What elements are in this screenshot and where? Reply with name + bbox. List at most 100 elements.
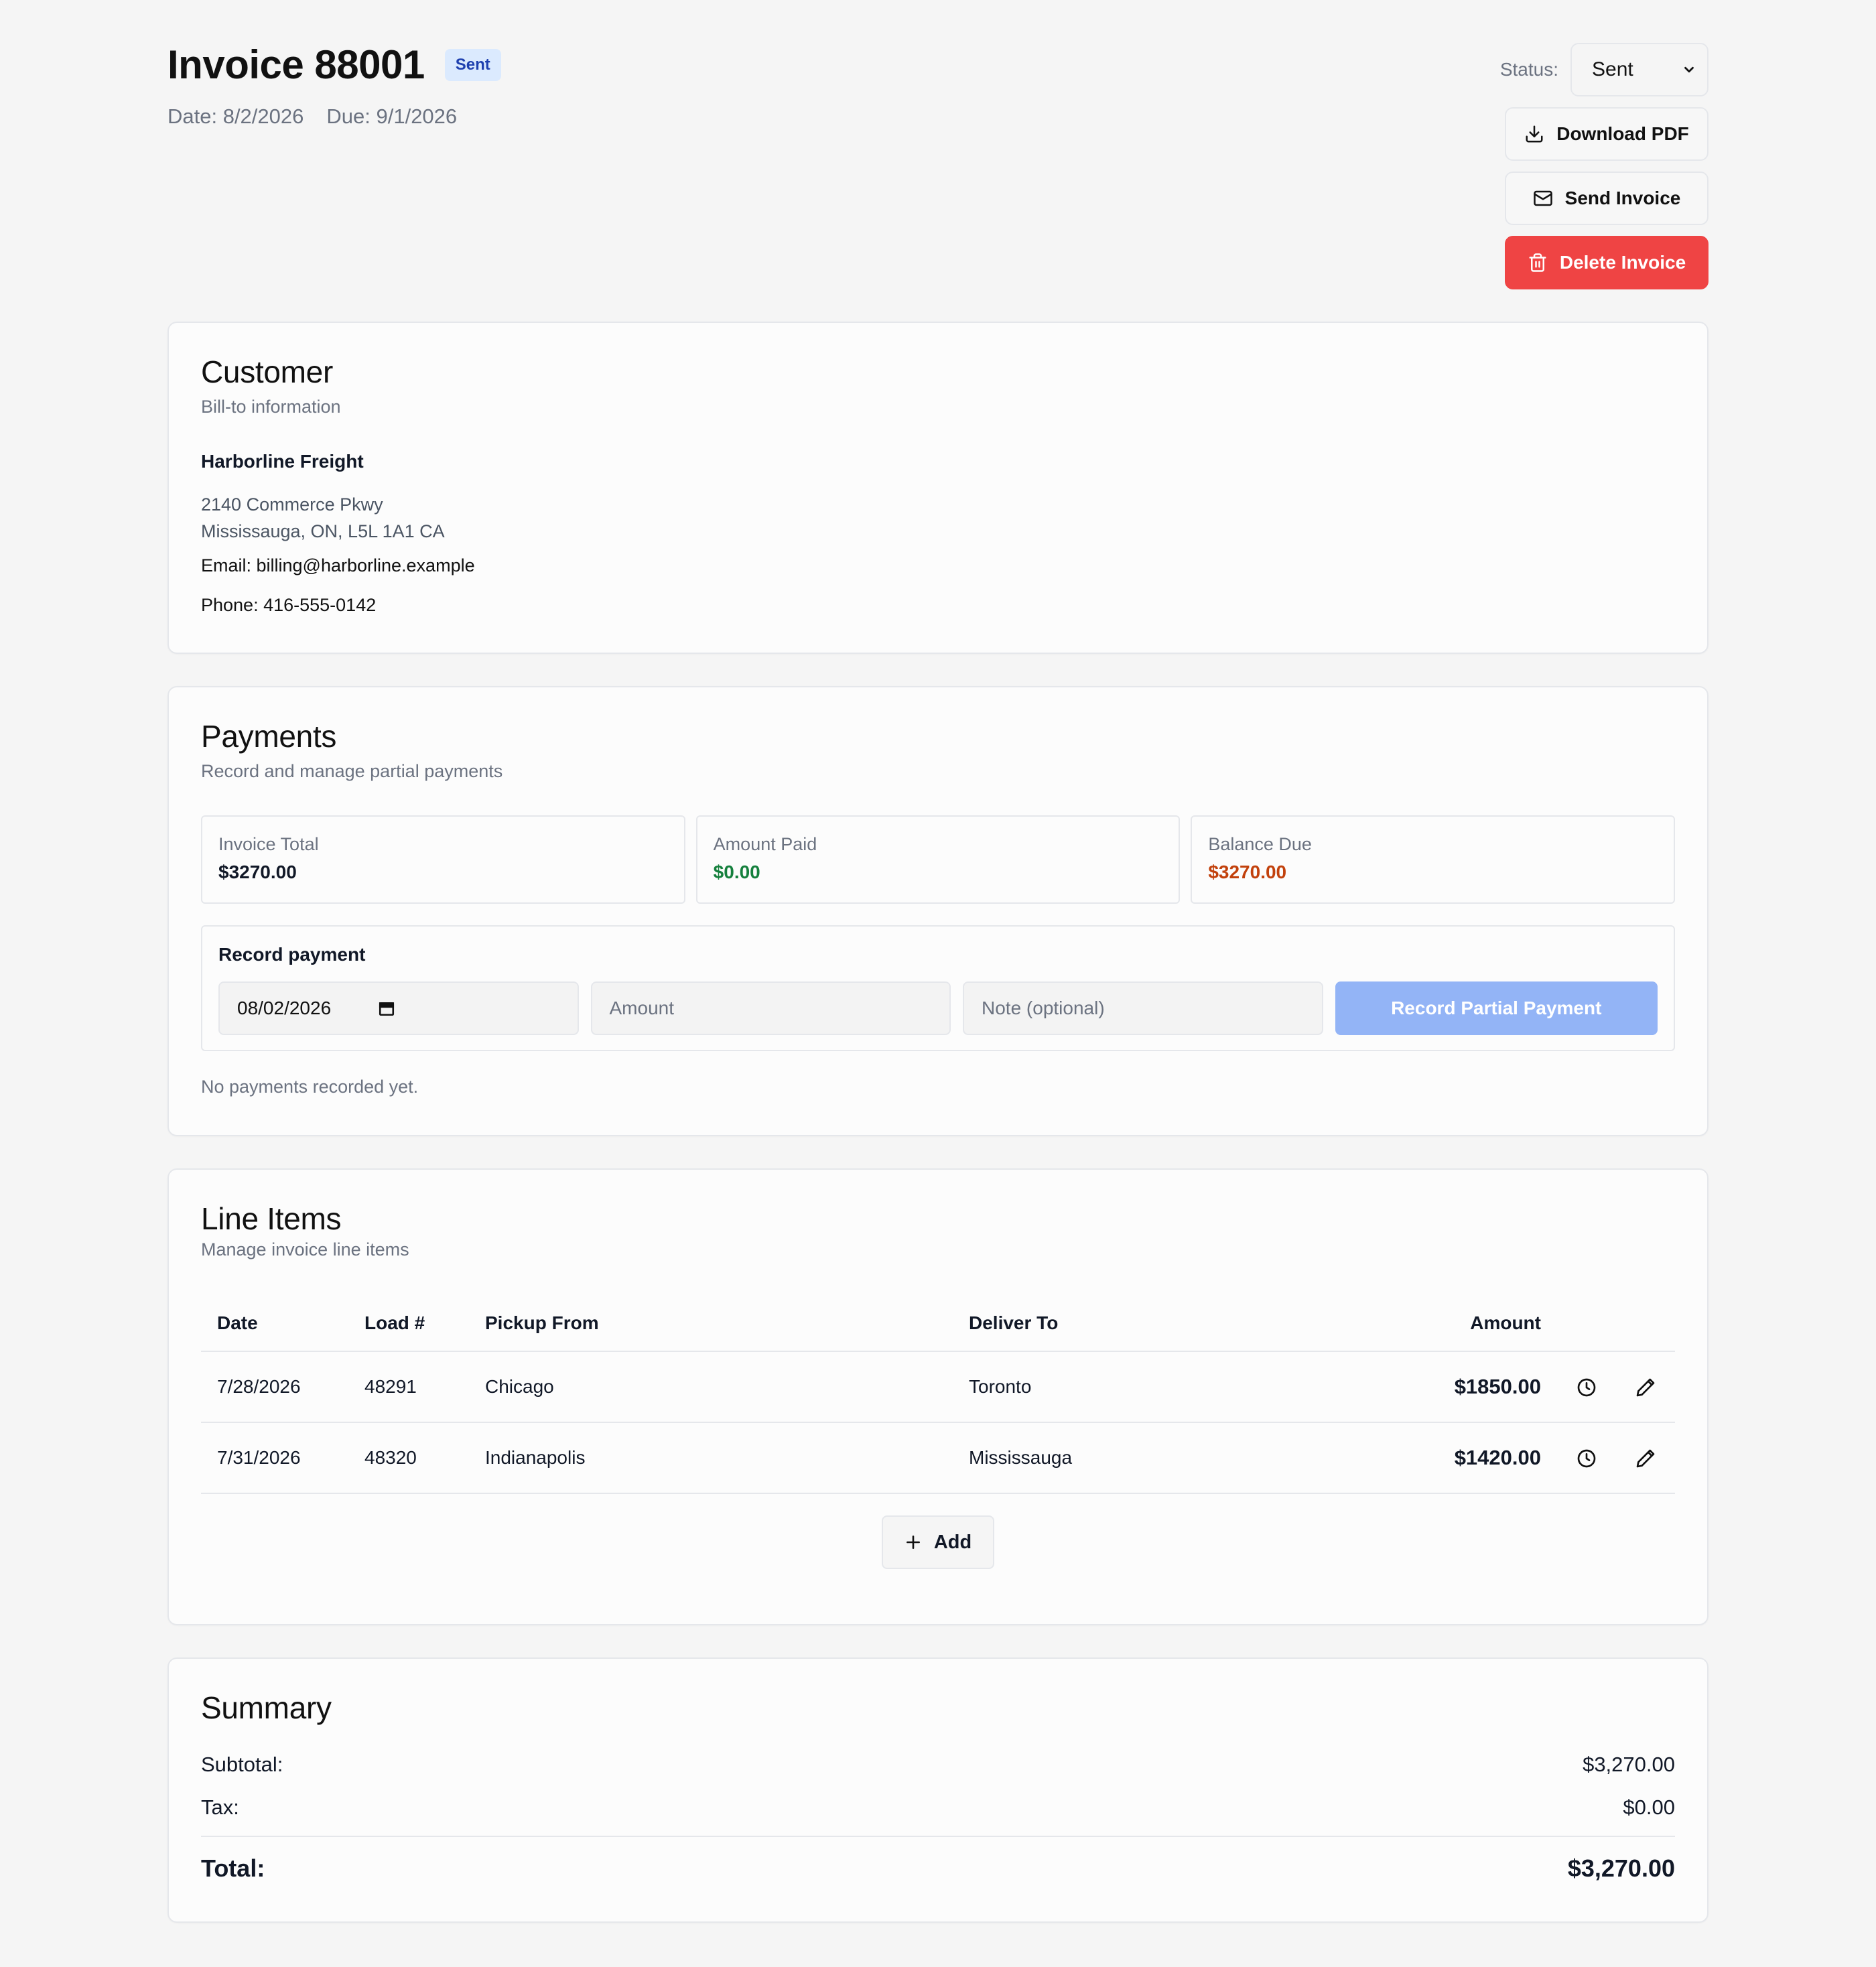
add-line-item-button[interactable]: Add — [882, 1515, 994, 1569]
summary-title: Summary — [201, 1690, 332, 1725]
no-payments-text: No payments recorded yet. — [201, 1077, 419, 1097]
invoice-header: Invoice 88001 Sent Date: 8/2/2026 Due: 9… — [168, 0, 1708, 322]
summary-divider — [201, 1836, 1675, 1837]
payments-card: Payments Record and manage partial payme… — [168, 686, 1708, 1136]
clock-icon[interactable] — [1576, 1377, 1597, 1398]
tax-value: $0.00 — [1623, 1795, 1675, 1819]
column-header-history — [1557, 1295, 1616, 1352]
row-amount: $1850.00 — [1274, 1351, 1557, 1423]
status-select[interactable]: Sent — [1570, 43, 1708, 96]
row-pickup: Chicago — [469, 1351, 953, 1423]
clock-icon[interactable] — [1576, 1448, 1597, 1469]
row-pickup: Indianapolis — [469, 1422, 953, 1494]
row-date: 7/31/2026 — [201, 1422, 348, 1494]
invoice-date: Date: 8/2/2026 — [168, 105, 304, 128]
amount-paid-stat: Amount Paid $0.00 — [695, 815, 1181, 904]
customer-title: Customer — [201, 354, 333, 389]
history-cell — [1557, 1422, 1616, 1494]
stat-label: Balance Due — [1208, 834, 1312, 854]
payment-date-value: 08/02/2026 — [237, 998, 332, 1018]
line-items-card: Line Items Manage invoice line items Dat… — [168, 1168, 1708, 1625]
table-row: 7/31/2026 48320 Indianapolis Mississauga… — [201, 1422, 1675, 1494]
history-cell — [1557, 1351, 1616, 1423]
stat-value: $3270.00 — [218, 862, 297, 882]
status-row: Status: Sent — [1333, 43, 1708, 96]
row-load: 48291 — [348, 1351, 469, 1423]
subtotal-row: Subtotal: $3,270.00 — [201, 1753, 1675, 1777]
status-label: Status: — [1499, 59, 1558, 80]
table-header-row: Date Load # Pickup From Deliver To Amoun… — [201, 1295, 1675, 1352]
stat-value: $3270.00 — [1208, 862, 1287, 882]
column-header-pickup: Pickup From — [469, 1295, 953, 1352]
column-header-deliver: Deliver To — [953, 1295, 1275, 1352]
customer-email: Email: billing@harborline.example — [201, 555, 475, 575]
line-items-subtitle: Manage invoice line items — [201, 1239, 409, 1260]
calendar-icon[interactable] — [378, 1000, 395, 1017]
tax-row: Tax: $0.00 — [201, 1795, 1675, 1820]
row-load: 48320 — [348, 1422, 469, 1494]
download-pdf-button[interactable]: Download PDF — [1505, 107, 1708, 161]
send-invoice-label: Send Invoice — [1564, 188, 1681, 208]
customer-phone: Phone: 416-555-0142 — [201, 595, 377, 615]
mail-icon — [1533, 190, 1552, 206]
plus-icon — [906, 1536, 920, 1549]
customer-address-line1: 2140 Commerce Pkwy — [201, 494, 383, 515]
customer-card: Customer Bill-to information Harborline … — [168, 322, 1708, 654]
delete-invoice-button[interactable]: Delete Invoice — [1505, 236, 1708, 289]
customer-address-line2: Mississauga, ON, L5L 1A1 CA — [201, 521, 445, 541]
edit-cell — [1616, 1351, 1675, 1423]
payments-subtitle: Record and manage partial payments — [201, 761, 503, 781]
title-row: Invoice 88001 Sent — [168, 42, 501, 88]
column-header-load: Load # — [348, 1295, 469, 1352]
subtotal-label: Subtotal: — [201, 1753, 283, 1776]
payment-amount-input[interactable]: Amount — [590, 981, 951, 1035]
total-label: Total: — [201, 1854, 265, 1882]
page-title: Invoice 88001 — [168, 42, 425, 87]
download-icon — [1526, 125, 1543, 143]
line-items-table: Date Load # Pickup From Deliver To Amoun… — [201, 1295, 1675, 1494]
delete-invoice-label: Delete Invoice — [1559, 252, 1686, 273]
balance-due-stat: Balance Due $3270.00 — [1191, 815, 1676, 904]
invoice-total-stat: Invoice Total $3270.00 — [201, 815, 685, 904]
record-partial-payment-button[interactable]: Record Partial Payment — [1335, 981, 1658, 1035]
customer-name: Harborline Freight — [201, 451, 364, 472]
subtotal-value: $3,270.00 — [1583, 1753, 1675, 1776]
record-payment-title: Record payment — [218, 944, 366, 965]
payment-date-input[interactable]: 08/02/2026 — [218, 981, 579, 1035]
table-row: 7/28/2026 48291 Chicago Toronto $1850.00 — [201, 1351, 1675, 1423]
invoice-dates: Date: 8/2/2026 Due: 9/1/2026 — [168, 105, 457, 129]
record-payment-row: 08/02/2026 Amount Note (optional) Record… — [218, 981, 1658, 1035]
header-actions: Status: Sent Download PDF Send Invoice D… — [1333, 43, 1708, 289]
payment-stats: Invoice Total $3270.00 Amount Paid $0.00… — [201, 815, 1676, 904]
summary-card: Summary Subtotal: $3,270.00 Tax: $0.00 T… — [168, 1657, 1708, 1923]
record-payment-form: Record payment 08/02/2026 Amount Note (o… — [201, 925, 1675, 1051]
line-items-title: Line Items — [201, 1201, 342, 1236]
chevron-down-icon — [1684, 66, 1694, 73]
pencil-icon[interactable] — [1635, 1377, 1656, 1398]
tax-label: Tax: — [201, 1795, 239, 1819]
trash-icon — [1529, 253, 1546, 272]
column-header-date: Date — [201, 1295, 348, 1352]
customer-subtitle: Bill-to information — [201, 397, 341, 417]
invoice-due-date: Due: 9/1/2026 — [326, 105, 458, 128]
payments-title: Payments — [201, 719, 337, 754]
row-deliver: Toronto — [953, 1351, 1275, 1423]
column-header-edit — [1616, 1295, 1675, 1352]
row-deliver: Mississauga — [953, 1422, 1275, 1494]
status-select-value: Sent — [1592, 58, 1633, 80]
row-date: 7/28/2026 — [201, 1351, 348, 1423]
stat-label: Amount Paid — [713, 834, 817, 854]
send-invoice-button[interactable]: Send Invoice — [1505, 172, 1708, 225]
customer-address: 2140 Commerce Pkwy Mississauga, ON, L5L … — [201, 491, 1675, 545]
total-value: $3,270.00 — [1567, 1854, 1675, 1882]
stat-label: Invoice Total — [218, 834, 319, 854]
download-pdf-label: Download PDF — [1556, 123, 1689, 144]
edit-cell — [1616, 1422, 1675, 1494]
add-line-item-label: Add — [933, 1531, 972, 1553]
stat-value: $0.00 — [713, 862, 760, 882]
payment-note-input[interactable]: Note (optional) — [963, 981, 1323, 1035]
total-row: Total: $3,270.00 — [201, 1854, 1675, 1883]
pencil-icon[interactable] — [1635, 1448, 1656, 1469]
column-header-amount: Amount — [1274, 1295, 1557, 1352]
row-amount: $1420.00 — [1274, 1422, 1557, 1494]
